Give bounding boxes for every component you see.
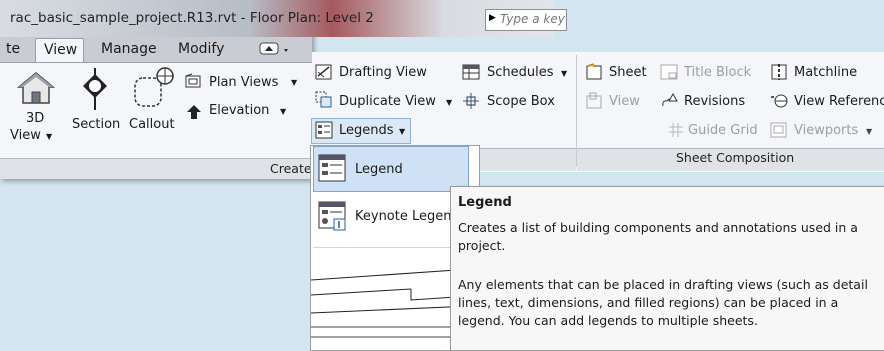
viewports-icon [770,121,788,139]
view-icon [585,92,603,110]
schedules-button[interactable]: Schedules [487,65,554,80]
tab-view[interactable]: View [35,38,84,63]
callout-icon [129,66,177,110]
tooltip-description: Creates a list of building components an… [458,220,858,253]
section-button[interactable]: Section [72,117,120,132]
tooltip-title: Legend [458,195,512,210]
view-reference-icon [770,92,788,110]
house-3d-icon [16,70,56,106]
menu-item-legend-label: Legend [355,162,403,177]
duplicate-view-dropdown-icon[interactable]: ▼ [446,98,452,107]
callout-button[interactable]: Callout [129,117,175,132]
plan-views-button[interactable]: Plan Views [209,75,278,90]
plan-views-dropdown-icon[interactable]: ▼ [291,78,297,87]
sheet-icon [585,63,603,81]
sheet-composition-label: Sheet Composition [676,150,795,165]
section-icon [77,66,113,110]
drafting-view-button[interactable]: Drafting View [339,65,427,80]
revisions-icon [660,92,680,110]
matchline-button[interactable]: Matchline [794,65,857,80]
tab-modify[interactable]: Modify [178,41,224,57]
view-3d-dropdown-icon[interactable]: ▼ [46,132,52,141]
scope-box-icon [462,92,480,110]
keynote-legend-icon [318,201,348,231]
tab-annotate[interactable]: te [6,41,20,57]
schedules-icon [462,64,480,80]
tooltip-details: Any elements that can be placed in draft… [458,277,868,328]
minimize-ribbon-button[interactable] [259,41,293,57]
guide-grid-icon [668,122,684,138]
revisions-button[interactable]: Revisions [684,94,745,109]
expand-arrow-icon[interactable]: ▶ [489,13,496,23]
legends-label: Legends [339,123,394,138]
viewports-dropdown-icon[interactable]: ▼ [866,127,872,136]
search-placeholder: Type a key [500,12,565,26]
elevation-button[interactable]: Elevation [209,103,269,118]
legends-dropdown-icon[interactable]: ▼ [399,127,405,136]
scope-box-button[interactable]: Scope Box [487,94,555,109]
window-title: rac_basic_sample_project.R13.rvt - Floor… [10,10,374,26]
create-panel-label: Create [270,161,312,176]
view-3d-label-2: View [10,128,41,143]
schedules-dropdown-icon[interactable]: ▼ [561,69,567,78]
create-panel-label-bar [0,158,312,179]
view-reference-button[interactable]: View Referenc [794,94,884,109]
minimize-ribbon-icon [259,42,288,55]
legend-icon [318,154,346,182]
matchline-icon [770,63,788,81]
view-3d-button[interactable]: 3D [26,111,44,126]
duplicate-view-icon [315,91,333,109]
title-block-icon [660,64,678,80]
viewports-button[interactable]: Viewports [794,123,858,138]
drafting-view-icon [315,63,333,81]
title-block-button[interactable]: Title Block [684,65,751,80]
legends-icon [315,121,333,139]
sheet-button[interactable]: Sheet [609,65,647,80]
guide-grid-button[interactable]: Guide Grid [688,123,758,138]
plan-views-icon [185,73,201,89]
view-button[interactable]: View [609,94,640,109]
elevation-icon [186,104,202,120]
drawing-preview [311,255,471,349]
duplicate-view-button[interactable]: Duplicate View [339,94,436,109]
menu-item-keynote-legend[interactable]: Keynote Legen [355,209,452,224]
tab-manage[interactable]: Manage [101,41,157,57]
elevation-dropdown-icon[interactable]: ▼ [280,107,286,116]
tab-view-label: View [44,42,78,58]
